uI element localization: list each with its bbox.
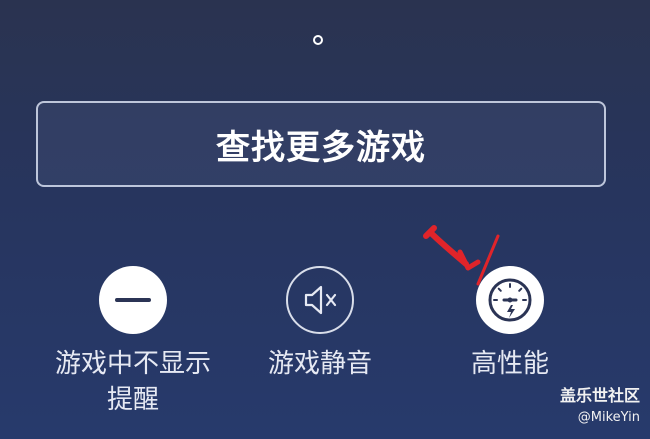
find-more-games-label: 查找更多游戏 bbox=[216, 127, 426, 168]
option-game-mute-label: 游戏静音 bbox=[267, 349, 372, 379]
annotation-arrow-icon bbox=[423, 225, 500, 286]
option-game-mute[interactable]: 游戏静音 bbox=[225, 266, 415, 382]
watermark: 盖乐世社区 @MikeYin bbox=[560, 382, 640, 425]
option-block-notifications-label-line2: 提醒 bbox=[106, 385, 159, 415]
watermark-user: @MikeYin bbox=[577, 410, 640, 425]
find-more-games-button[interactable]: 查找更多游戏 bbox=[36, 101, 606, 187]
mute-speaker-icon bbox=[286, 266, 354, 334]
game-toolbox-screen: { "main": { "find_more_label": "查找更多游戏" … bbox=[0, 0, 650, 439]
watermark-title: 盖乐世社区 bbox=[559, 386, 640, 405]
option-block-notifications[interactable]: 游戏中不显示 提醒 bbox=[38, 266, 228, 418]
option-block-notifications-label: 游戏中不显示 提醒 bbox=[33, 346, 233, 418]
option-block-notifications-label-line1: 游戏中不显示 bbox=[54, 349, 211, 379]
minus-circle-icon bbox=[99, 266, 167, 334]
option-high-performance-label: 高性能 bbox=[470, 349, 549, 379]
page-indicator-dot bbox=[313, 35, 323, 45]
